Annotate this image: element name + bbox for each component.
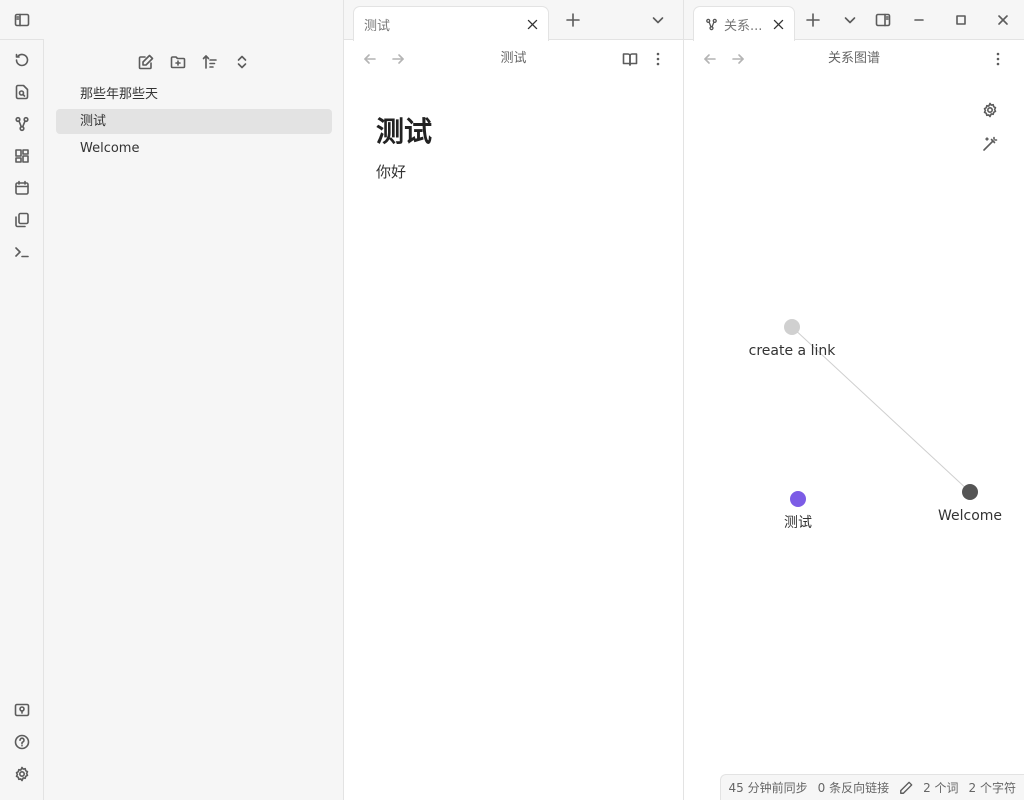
tab-list-chevron-icon[interactable] [834,6,866,34]
char-count: 2 个字符 [968,781,1016,795]
file-explorer-actions [44,48,344,76]
word-count: 2 个词 [923,781,959,795]
graph-view-icon[interactable] [6,110,38,138]
graph-node-create-a-link [784,319,800,335]
sidebar-collapse-icon[interactable] [6,6,38,34]
note-title[interactable]: 测试 [376,110,432,150]
new-note-icon[interactable] [132,48,160,76]
tab-bar: 测试 [344,0,683,41]
file-item[interactable]: Welcome [56,136,332,161]
more-options-icon[interactable] [984,45,1012,73]
command-palette-icon[interactable] [6,238,38,266]
new-tab-icon[interactable] [557,6,589,34]
editor-pane: 测试 测试 测试 你好 [344,0,684,800]
file-item[interactable]: 测试 [56,109,332,134]
back-arrow-icon[interactable] [696,45,724,73]
tab-bar: 关系... [684,0,1024,41]
graph-node-welcome [962,484,978,500]
backlinks-count[interactable]: 0 条反向链接 [818,779,889,796]
minimize-icon[interactable] [903,6,935,34]
expand-collapse-icon[interactable] [228,48,256,76]
window-close-icon[interactable] [987,6,1019,34]
close-icon[interactable] [768,14,788,34]
ribbon [0,0,44,800]
tab-label: 测试 [364,18,391,34]
forward-arrow-icon[interactable] [384,45,412,73]
close-icon[interactable] [522,14,542,34]
tab-label: 关系... [724,18,763,34]
graph-label-welcome: Welcome [938,508,1002,524]
edit-mode-pencil-icon[interactable] [899,781,913,795]
status-bar: 45 分钟前同步 0 条反向链接 2 个词 2 个字符 [719,774,1024,800]
graph-node-ceshi [790,491,806,507]
back-arrow-icon[interactable] [356,45,384,73]
graph-pane: 关系... 关系图谱 create a link Welcome 测试 45 分… [684,0,1024,800]
graph-canvas[interactable]: create a link Welcome 测试 [684,78,1024,770]
file-list: 那些年那些天 测试 Welcome [56,82,332,163]
more-options-icon[interactable] [644,45,672,73]
help-icon[interactable] [6,728,38,756]
vault-switch-icon[interactable] [6,696,38,724]
graph-label-create-a-link: create a link [749,343,837,359]
file-explorer-sidebar: 那些年那些天 测试 Welcome [44,0,344,800]
sync-history-icon[interactable] [6,46,38,74]
view-header: 测试 [344,40,683,78]
templates-icon[interactable] [6,206,38,234]
note-body[interactable]: 你好 [376,161,406,182]
sync-status[interactable]: 45 分钟前同步 [729,779,808,796]
tab-note[interactable]: 测试 [353,6,549,41]
reading-view-icon[interactable] [616,45,644,73]
settings-icon[interactable] [6,760,38,788]
maximize-icon[interactable] [945,6,977,34]
calendar-icon[interactable] [6,174,38,202]
canvas-icon[interactable] [6,142,38,170]
file-search-icon[interactable] [6,78,38,106]
file-item[interactable]: 那些年那些天 [56,82,332,107]
view-header: 关系图谱 [684,40,1024,78]
sort-icon[interactable] [196,48,224,76]
new-folder-icon[interactable] [164,48,192,76]
tab-graph[interactable]: 关系... [693,6,795,41]
right-sidebar-toggle-icon[interactable] [867,6,899,34]
forward-arrow-icon[interactable] [724,45,752,73]
new-tab-icon[interactable] [797,6,829,34]
graph-tab-icon [702,14,720,34]
tab-list-chevron-icon[interactable] [642,6,674,34]
graph-label-ceshi: 测试 [784,515,812,531]
